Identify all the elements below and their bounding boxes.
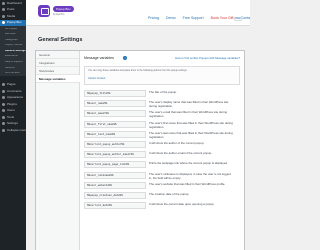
help-tab[interactable]: Help xyxy=(234,17,242,21)
notice-text: You can copy these variables and paste t… xyxy=(88,69,187,72)
variable-code-field[interactable]: %%current_date%% xyxy=(84,202,146,210)
settings-card: General Integrations Shortcodes Message var… xyxy=(35,50,245,250)
submenu-item-label: Add New xyxy=(5,33,16,36)
posts-icon xyxy=(2,8,5,12)
sidebar-item-label: Popup Box xyxy=(7,21,22,25)
media-icon xyxy=(2,14,5,18)
sidebar-item-label: Dashboard xyxy=(7,1,22,5)
submenu-item-label: Popup Themes xyxy=(5,44,23,47)
submenu-item-label: All Popups xyxy=(5,27,18,30)
sidebar-item-label: Appearance xyxy=(7,96,24,100)
variable-description: The title of the popup. xyxy=(149,90,177,94)
variable-description: The user's first name that was filled in… xyxy=(149,120,233,129)
tab-general[interactable]: General xyxy=(36,51,79,59)
variable-row: %%current_popup_page_link%% Prints the we… xyxy=(84,161,234,170)
sidebar-item-label: Pages xyxy=(7,83,16,87)
nav-link-free-support[interactable]: Free Support xyxy=(183,16,204,20)
variable-description: The user's last name that was filled in … xyxy=(149,130,233,139)
variable-row: %%popup_title%% The title of the popup. xyxy=(84,90,234,99)
variable-code-field[interactable]: %%popup_title%% xyxy=(84,90,146,97)
settings-icon xyxy=(2,122,5,126)
plugin-logo xyxy=(38,5,50,17)
brand-sub: by Ays Pro xyxy=(53,13,65,16)
variable-description: The creation date of the popup. xyxy=(149,191,190,196)
variable-code-field[interactable]: %%current_popup_page_link%% xyxy=(84,161,146,169)
variable-description: The user's email that was filled in thei… xyxy=(149,110,228,119)
notice-sub: Custom Content xyxy=(88,77,106,80)
variable-description: Prints the webpage link where the curren… xyxy=(149,161,228,166)
variable-row: %%popup_creation_date%% The creation date… xyxy=(84,191,234,201)
variable-code-field[interactable]: %%current_popup_author_email%% xyxy=(84,151,146,159)
variable-code-field[interactable]: %%user_email%% xyxy=(84,110,146,118)
dashboard-icon xyxy=(2,1,5,5)
admin-sidebar: Dashboard Posts Media Popup Box All Popups… xyxy=(0,0,26,250)
variable-row: %%current_date%% It will show the current… xyxy=(84,202,234,211)
submenu-item-label: Help & Support xyxy=(5,61,23,64)
variable-description: It will show the author email of the cur… xyxy=(149,151,212,156)
popup-icon xyxy=(2,21,5,25)
wp-admin-screen: Dashboard Posts Media Popup Box All Popups… xyxy=(0,0,250,250)
variables-list: %%popup_title%% The title of the popup.%%… xyxy=(84,90,234,211)
submenu-item-label: Go Premium xyxy=(5,72,20,75)
variable-description: The user's website that was filled in th… xyxy=(149,181,226,186)
sidebar-item-label: Collapse menu xyxy=(7,128,26,132)
variable-description: The user's nickname is displayed, in cas… xyxy=(149,171,231,180)
sidebar-item-label: Settings xyxy=(7,122,18,126)
variable-description: The user's display name that was filled … xyxy=(149,100,229,109)
sidebar-item-label: Comments xyxy=(7,89,22,93)
appearance-icon xyxy=(2,96,5,100)
variable-code-field[interactable]: %%user_first_name%% xyxy=(84,120,146,128)
nav-link-demo[interactable]: Demo xyxy=(166,16,176,20)
variable-code-field[interactable]: %%current_popup_author%% xyxy=(84,140,146,148)
brand-badge: Popup Box xyxy=(53,6,74,12)
settings-tabs: General Integrations Shortcodes Message var… xyxy=(36,51,80,250)
plugin-header: Popup Box by Ays Pro Pricing Demo Free Sup… xyxy=(26,0,250,26)
submenu-item-label: Add-ons xyxy=(5,66,15,69)
sidebar-item-label: Plugins xyxy=(7,102,17,106)
submenu-item-label: General Settings xyxy=(5,49,26,52)
variable-row: %%user_email%% The user's email that was … xyxy=(84,110,234,119)
section-title: Message variables xyxy=(84,56,114,60)
collapse-menu-icon xyxy=(2,128,5,132)
tab-integrations[interactable]: Integrations xyxy=(36,59,79,67)
plugins-icon xyxy=(2,102,5,106)
page-title: General Settings xyxy=(38,37,83,43)
tools-icon xyxy=(2,115,5,119)
settings-content: Message variables i How to find perfect … xyxy=(84,55,240,212)
sidebar-item-label: Users xyxy=(7,109,15,113)
variable-description: It will show the current date upon openi… xyxy=(149,202,215,207)
variable-row: %%user_last_name%% The user's last name t… xyxy=(84,130,234,140)
variable-code-field[interactable]: %%user_name%% xyxy=(84,100,146,108)
variable-row: %%current_popup_author_email%% It will sh… xyxy=(84,151,234,160)
nav-link-pricing[interactable]: Pricing xyxy=(148,16,159,20)
nav-link-book-your-gift[interactable]: Book Your Gift xyxy=(211,16,234,20)
tab-shortcodes[interactable]: Shortcodes xyxy=(36,67,79,75)
submenu-item-label: Categories xyxy=(5,38,18,41)
tab-message-variables[interactable]: Message variables xyxy=(36,75,80,83)
comments-icon xyxy=(2,89,5,93)
section-help-link[interactable]: How to find perfect Popups with Message … xyxy=(175,56,240,60)
notice-box: You can copy these variables and paste t… xyxy=(84,66,240,85)
sidebar-item-label: Tools xyxy=(7,115,15,119)
variable-code-field[interactable]: %%user_website%% xyxy=(84,181,146,189)
sidebar-item-label: Posts xyxy=(7,8,15,12)
variable-row: %%user_first_name%% The user's first name… xyxy=(84,120,234,130)
users-icon xyxy=(2,109,5,113)
variable-code-field[interactable]: %%popup_creation_date%% xyxy=(84,191,146,199)
pages-icon xyxy=(2,83,5,87)
sidebar-item-label: Media xyxy=(7,14,16,18)
variable-row: %%user_website%% The user's website that … xyxy=(84,181,234,191)
variable-row: %%user_name%% The user's display name tha… xyxy=(84,100,234,109)
sidebar-submenu: All Popups Add New Categories Popup Themes G… xyxy=(0,26,26,77)
variable-description: It will show the author of the current p… xyxy=(149,140,205,145)
variable-row: %%user_nickname%% The user's nickname is … xyxy=(84,171,234,181)
submenu-item-label: Extensions xyxy=(5,55,18,58)
variable-row: %%current_popup_author%% It will show the… xyxy=(84,140,234,150)
variable-code-field[interactable]: %%user_last_name%% xyxy=(84,130,146,138)
variable-code-field[interactable]: %%user_nickname%% xyxy=(84,171,146,179)
sidebar-item-collapse-menu[interactable]: Collapse menu xyxy=(0,127,26,134)
info-icon[interactable]: i xyxy=(123,56,127,60)
